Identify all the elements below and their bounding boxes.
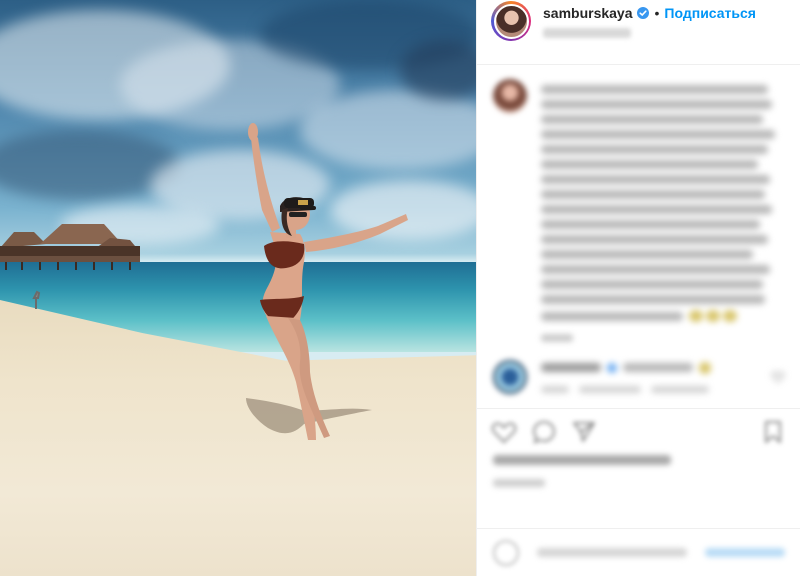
heron bbox=[32, 290, 41, 309]
water-villas bbox=[0, 224, 140, 270]
commenter-avatar bbox=[493, 360, 527, 394]
likes-count-redacted bbox=[493, 455, 671, 465]
author-username[interactable]: samburskaya bbox=[543, 5, 633, 21]
follow-button[interactable]: Подписаться bbox=[664, 5, 756, 21]
author-avatar[interactable] bbox=[491, 1, 531, 41]
verified-badge-icon bbox=[636, 7, 649, 19]
comment-input-redacted[interactable] bbox=[537, 548, 687, 557]
location-redacted bbox=[543, 28, 631, 38]
post-header: samburskaya • Подписаться bbox=[477, 0, 800, 64]
emoji-icon[interactable] bbox=[493, 539, 519, 566]
comment-text-redacted bbox=[541, 361, 711, 393]
post-actions bbox=[477, 409, 800, 445]
header-info: samburskaya • Подписаться bbox=[543, 4, 756, 38]
person bbox=[248, 123, 408, 440]
header-top-row: samburskaya • Подписаться bbox=[543, 4, 756, 22]
caption-text-redacted bbox=[541, 79, 777, 322]
comment-bubble-icon[interactable] bbox=[531, 419, 557, 445]
caption-redacted bbox=[477, 65, 800, 322]
caption-avatar bbox=[493, 79, 527, 113]
share-plane-icon[interactable] bbox=[571, 419, 597, 445]
caption-time-redacted bbox=[541, 334, 573, 342]
publish-comment-button-redacted[interactable] bbox=[705, 548, 785, 557]
post-photo[interactable] bbox=[0, 0, 476, 576]
photo-scene bbox=[0, 123, 408, 440]
emoji-icon bbox=[688, 310, 737, 322]
header-separator: • bbox=[654, 5, 660, 21]
comment-redacted bbox=[477, 342, 800, 394]
post-date-redacted bbox=[493, 479, 545, 487]
heart-icon[interactable] bbox=[491, 419, 517, 445]
comment-like-icon[interactable] bbox=[772, 372, 784, 382]
bookmark-icon[interactable] bbox=[760, 419, 786, 445]
add-comment-bar bbox=[477, 528, 800, 576]
author-avatar-image bbox=[493, 3, 529, 39]
post-side-panel: samburskaya • Подписаться bbox=[476, 0, 800, 576]
